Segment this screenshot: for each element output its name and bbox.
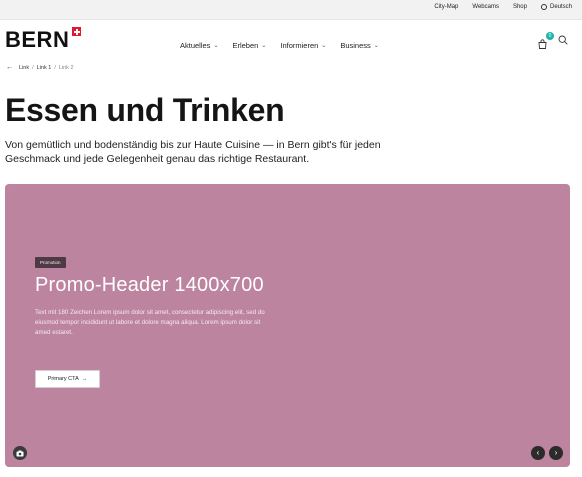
logo-text: BERN xyxy=(5,27,70,52)
breadcrumb-link[interactable]: Link xyxy=(19,65,29,71)
chevron-down-icon: ⌄ xyxy=(321,43,327,49)
chevron-down-icon: ⌄ xyxy=(373,43,379,49)
nav-item-business[interactable]: Business ⌄ xyxy=(340,41,378,50)
back-arrow-icon[interactable]: ← xyxy=(6,64,13,71)
chevron-down-icon: ⌄ xyxy=(261,43,267,49)
nav-item-informieren[interactable]: Informieren ⌄ xyxy=(280,41,326,50)
nav-item-label: Business xyxy=(340,41,371,50)
language-switcher[interactable]: Deutsch xyxy=(540,4,572,10)
camera-icon xyxy=(16,450,24,456)
chevron-right-icon: › xyxy=(554,448,558,457)
bern-logo[interactable]: BERN xyxy=(5,27,82,53)
nav-item-label: Informieren xyxy=(280,41,319,50)
shopping-bag-icon xyxy=(538,38,547,49)
primary-cta-button[interactable]: Primary CTA → xyxy=(35,370,100,388)
slider-next-button[interactable]: › xyxy=(549,446,563,460)
breadcrumb-current: Link 2 xyxy=(58,64,74,71)
cta-label: Primary CTA xyxy=(47,376,79,382)
promo-title: Promo-Header 1400x700 xyxy=(35,274,264,296)
arrow-right-icon: → xyxy=(81,376,88,382)
globe-icon xyxy=(540,4,547,10)
page-intro: Von gemütlich und bodenständig bis zur H… xyxy=(5,139,381,165)
chevron-down-icon: ⌄ xyxy=(213,43,219,49)
promo-text: Text mit 180 Zeichen Lorem ipsum dolor s… xyxy=(35,309,265,336)
breadcrumb-link[interactable]: Link 1 xyxy=(37,65,52,71)
swiss-flag-icon xyxy=(72,27,82,36)
utility-link-city-map[interactable]: City-Map xyxy=(434,4,458,10)
nav-item-erleben[interactable]: Erleben ⌄ xyxy=(232,41,266,50)
search-button[interactable] xyxy=(558,35,568,45)
shopping-bag-button[interactable]: 0 xyxy=(538,31,554,49)
breadcrumb-separator: / xyxy=(32,64,34,71)
utility-link-shop[interactable]: Shop xyxy=(513,4,527,10)
chevron-left-icon: ‹ xyxy=(536,448,540,457)
nav-item-label: Aktuelles xyxy=(180,41,211,50)
nav-item-aktuelles[interactable]: Aktuelles ⌄ xyxy=(180,41,218,50)
breadcrumb: ← Link / Link 1 / Link 2 xyxy=(6,64,74,71)
search-icon xyxy=(558,35,568,45)
slider-prev-button[interactable]: ‹ xyxy=(531,446,545,460)
main-nav: Aktuelles ⌄ Erleben ⌄ Informieren ⌄ Busi… xyxy=(180,41,379,50)
utility-nav: City-Map Webcams Shop Deutsch xyxy=(434,4,572,10)
breadcrumb-separator: / xyxy=(54,64,56,71)
promotion-badge: Promotion xyxy=(35,257,66,268)
nav-item-label: Erleben xyxy=(232,41,259,50)
utility-bar: City-Map Webcams Shop Deutsch xyxy=(0,0,582,20)
language-label: Deutsch xyxy=(549,4,572,10)
promo-hero: Promotion Promo-Header 1400x700 Text mit… xyxy=(5,184,570,467)
utility-link-webcams[interactable]: Webcams xyxy=(472,4,499,10)
page-title: Essen und Trinken xyxy=(5,92,285,128)
photo-credit-button[interactable] xyxy=(13,446,27,460)
cart-count-badge: 0 xyxy=(546,31,554,40)
header-actions: 0 xyxy=(538,31,568,49)
